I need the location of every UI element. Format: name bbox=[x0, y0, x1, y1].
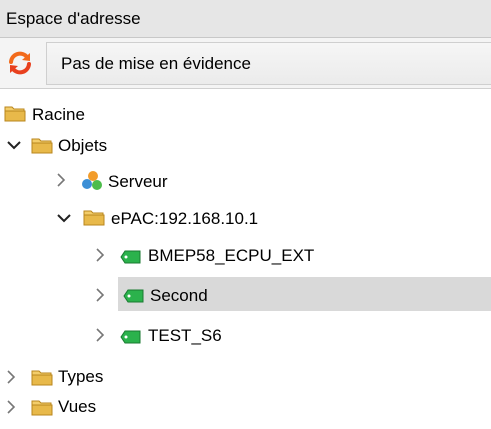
panel-header: Espace d'adresse bbox=[0, 0, 491, 38]
folder-icon bbox=[4, 104, 26, 127]
tree-node-second[interactable]: Second bbox=[0, 276, 491, 314]
chevron-right-icon[interactable] bbox=[95, 288, 109, 302]
tree-node-label: ePAC:192.168.10.1 bbox=[111, 209, 259, 228]
tree-node-epac[interactable]: ePAC:192.168.10.1 bbox=[0, 199, 491, 237]
chevron-down-icon[interactable] bbox=[57, 213, 71, 227]
chevron-right-icon[interactable] bbox=[95, 248, 109, 262]
green-tag-icon bbox=[120, 329, 142, 349]
refresh-arrows-icon bbox=[9, 51, 31, 75]
green-tag-icon bbox=[120, 249, 142, 269]
tree-node-label: Racine bbox=[32, 105, 85, 124]
toolbar: Pas de mise en évidence bbox=[0, 38, 491, 89]
tree-node-label: BMEP58_ECPU_EXT bbox=[148, 246, 315, 265]
tree-node-label: Second bbox=[150, 286, 208, 305]
tree-node-bmep58[interactable]: BMEP58_ECPU_EXT bbox=[0, 236, 491, 274]
chevron-down-icon[interactable] bbox=[7, 140, 21, 154]
green-tag-icon bbox=[123, 288, 145, 308]
tree-node-label: Vues bbox=[58, 397, 97, 416]
folder-icon bbox=[31, 136, 53, 159]
tree-node-label: Serveur bbox=[108, 172, 168, 191]
server-icon bbox=[80, 169, 104, 198]
tree-node-label: Types bbox=[58, 367, 104, 386]
tree-node-serveur[interactable]: Serveur bbox=[0, 162, 491, 200]
tree-node-label: Objets bbox=[58, 136, 108, 155]
panel-title: Espace d'adresse bbox=[6, 9, 141, 28]
tree-node-test-s6[interactable]: TEST_S6 bbox=[0, 316, 491, 354]
chevron-right-icon[interactable] bbox=[56, 173, 70, 187]
highlight-mode-value: Pas de mise en évidence bbox=[61, 54, 251, 73]
refresh-button[interactable] bbox=[6, 50, 42, 78]
chevron-right-icon[interactable] bbox=[6, 370, 20, 384]
folder-icon bbox=[31, 398, 53, 421]
tree-node-vues[interactable]: Vues bbox=[0, 388, 491, 426]
chevron-right-icon[interactable] bbox=[95, 328, 109, 342]
tree-node-objets[interactable]: Objets bbox=[0, 126, 491, 164]
highlight-mode-select[interactable]: Pas de mise en évidence bbox=[46, 42, 491, 85]
address-tree: Racine Objets Serveur ePAC:192.168.10.1 … bbox=[0, 90, 491, 429]
tree-node-label: TEST_S6 bbox=[148, 326, 222, 345]
address-space-panel: Espace d'adresse Pas de mise en évidence… bbox=[0, 0, 491, 429]
folder-icon bbox=[83, 208, 105, 231]
chevron-right-icon[interactable] bbox=[6, 400, 20, 414]
